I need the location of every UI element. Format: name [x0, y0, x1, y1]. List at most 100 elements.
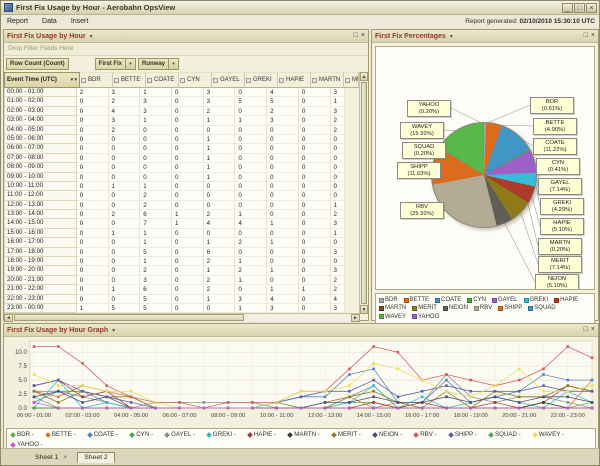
column-header-cyn[interactable]: CYN [179, 72, 212, 88]
horizontal-scroll-thumb[interactable] [14, 314, 244, 322]
pie-legend-item-martn: MARTN [379, 305, 406, 311]
tab-close-icon[interactable]: × [63, 454, 67, 461]
line-chart: 0.0 2.5 5.0 7.5 10.0 00:00 - 01:00 02:00 - 03:… [15, 340, 594, 419]
drop-filter-area[interactable]: Drop Filter Fields Here [4, 43, 368, 56]
row-label[interactable]: 06:00 - 07:00 [4, 144, 77, 154]
row-label[interactable]: 17:00 - 18:00 [4, 247, 77, 258]
app-window: First Fix Usage by Hour - Aerobahn OpsVi… [0, 0, 600, 466]
column-header-coate[interactable]: COATE [146, 72, 179, 88]
row-label[interactable]: 07:00 - 08:00 [4, 153, 77, 164]
restore-icon[interactable]: □ [354, 32, 358, 40]
row-label[interactable]: 10:00 - 11:00 [4, 181, 77, 192]
row-label[interactable]: 00:00 - 01:00 [4, 88, 77, 98]
scroll-up-icon[interactable]: ▲ [360, 72, 368, 81]
table-cell: 0 [298, 125, 331, 135]
table-row: 16:00 - 17:00 0 0 1 0 1 2 1 0 0 [4, 238, 346, 248]
row-label[interactable]: 08:00 - 09:00 [4, 163, 77, 173]
graph-legend-item-greki: GREKI - [205, 431, 236, 438]
table-cell: 2 [203, 285, 236, 295]
table-cell: 0 [267, 125, 299, 135]
table-cell: 1 [203, 294, 236, 304]
row-field-button[interactable]: Event Time (UTC) ▾ ▾ [4, 72, 80, 88]
row-label[interactable]: 14:00 - 15:00 [4, 219, 77, 229]
runway-field-button[interactable]: Runway [138, 58, 170, 70]
column-header-hapie[interactable]: HAPIE [278, 72, 311, 88]
pivot-panel-header[interactable]: First Fix Usage by Hour ▾ □ × [4, 30, 368, 43]
row-label[interactable]: 09:00 - 10:00 [4, 172, 77, 182]
table-cell: 2 [76, 88, 109, 98]
table-cell: 0 [298, 97, 331, 107]
chevron-down-icon[interactable]: ▾ [450, 33, 453, 40]
chevron-down-icon[interactable]: ▾ [112, 327, 115, 334]
horizontal-scrollbar[interactable]: ◄ ► [4, 313, 360, 323]
measure-field-button[interactable]: Row Count (Count) [6, 58, 69, 70]
workspace: First Fix Usage by Hour ▾ □ × Drop Filte… [1, 28, 600, 452]
close-icon[interactable]: × [591, 326, 595, 334]
table-cell: 0 [235, 125, 268, 135]
row-label[interactable]: 03:00 - 04:00 [4, 116, 77, 126]
scroll-down-icon[interactable]: ▼ [360, 305, 368, 314]
restore-icon[interactable]: □ [584, 32, 588, 40]
table-cell: 1 [298, 285, 331, 295]
pie-callout-cyn: CYN (0.41%) [536, 158, 580, 176]
graph-legend-item-shipp: SHIPP - [447, 431, 477, 438]
menubar: Report Data Insert Report generated: 02/… [1, 15, 599, 28]
menu-insert[interactable]: Insert [69, 17, 91, 26]
line-chart-area: 0.0 2.5 5.0 7.5 10.0 00:00 - 01:00 02:00 - 03:… [4, 337, 598, 427]
row-label[interactable]: 01:00 - 02:00 [4, 97, 77, 107]
table-cell: 5 [108, 303, 141, 314]
close-button[interactable]: × [586, 2, 597, 13]
menu-data[interactable]: Data [40, 17, 59, 26]
menu-report[interactable]: Report [5, 17, 30, 26]
svg-text:18:00 - 19:00: 18:00 - 19:00 [454, 413, 488, 419]
column-header-martn[interactable]: MARTN [311, 72, 344, 88]
table-cell: 0 [267, 181, 299, 192]
chevron-down-icon[interactable]: ▾ [90, 33, 93, 40]
table-cell: 3 [267, 303, 299, 314]
runway-dropdown-icon[interactable]: ▾ [169, 58, 180, 70]
tab-sheet-2[interactable]: Sheet 2 [77, 451, 115, 463]
table-cell: 0 [140, 144, 172, 154]
column-header-bette[interactable]: BETTE [113, 72, 146, 88]
column-header-greki[interactable]: GREKI [245, 72, 278, 88]
scroll-right-icon[interactable]: ► [351, 314, 360, 323]
column-header-mer[interactable]: MER [344, 72, 359, 88]
row-label[interactable]: 20:00 - 21:00 [4, 275, 77, 286]
row-label[interactable]: 21:00 - 22:00 [4, 285, 77, 295]
column-header-gayel[interactable]: GAYEL [212, 72, 245, 88]
table-cell: 0 [298, 247, 331, 258]
pie-legend-item-gayel: GAYEL [491, 297, 518, 303]
vertical-scrollbar[interactable]: ▲ ▼ [359, 72, 368, 314]
row-label[interactable]: 05:00 - 06:00 [4, 134, 77, 145]
row-label[interactable]: 04:00 - 05:00 [4, 125, 77, 135]
row-label[interactable]: 13:00 - 14:00 [4, 210, 77, 220]
restore-icon[interactable]: □ [584, 326, 588, 334]
row-label[interactable]: 16:00 - 17:00 [4, 238, 77, 248]
table-cell: 0 [203, 228, 236, 239]
close-icon[interactable]: × [591, 32, 595, 40]
row-label[interactable]: 23:00 - 00:00 [4, 303, 77, 314]
maximize-button[interactable]: □ [574, 2, 585, 13]
first-fix-field-button[interactable]: First Fix [94, 58, 126, 70]
row-label[interactable]: 18:00 - 19:00 [4, 257, 77, 267]
row-field-dropdown-icon[interactable]: ▾ ▾ [71, 77, 77, 83]
vertical-scroll-thumb[interactable] [361, 82, 367, 304]
graph-panel-header[interactable]: First Fix Usage by Hour Graph ▾ □ × [4, 324, 598, 337]
row-label[interactable]: 19:00 - 20:00 [4, 266, 77, 276]
scroll-left-icon[interactable]: ◄ [4, 314, 13, 323]
row-label[interactable]: 02:00 - 03:00 [4, 106, 77, 117]
tab-sheet-1[interactable]: Sheet 1 × [29, 453, 73, 462]
row-label[interactable]: 12:00 - 13:00 [4, 200, 77, 211]
minimize-button[interactable]: _ [562, 2, 573, 13]
pie-panel-header[interactable]: First Fix Percentages ▾ □ × [372, 30, 598, 43]
table-cell: 3 [140, 106, 172, 117]
table-cell: 0 [108, 144, 141, 154]
first-fix-dropdown-icon[interactable]: ▾ [126, 58, 136, 70]
close-icon[interactable]: × [361, 32, 365, 40]
row-label[interactable]: 22:00 - 23:00 [4, 294, 77, 304]
column-header-bdr[interactable]: BDR [80, 72, 113, 88]
row-label[interactable]: 15:00 - 16:00 [4, 228, 77, 239]
row-label[interactable]: 11:00 - 12:00 [4, 191, 77, 201]
table-row: 08:00 - 09:00 0 0 0 0 1 0 0 0 0 [4, 163, 346, 173]
table-cell: 0 [298, 200, 331, 211]
